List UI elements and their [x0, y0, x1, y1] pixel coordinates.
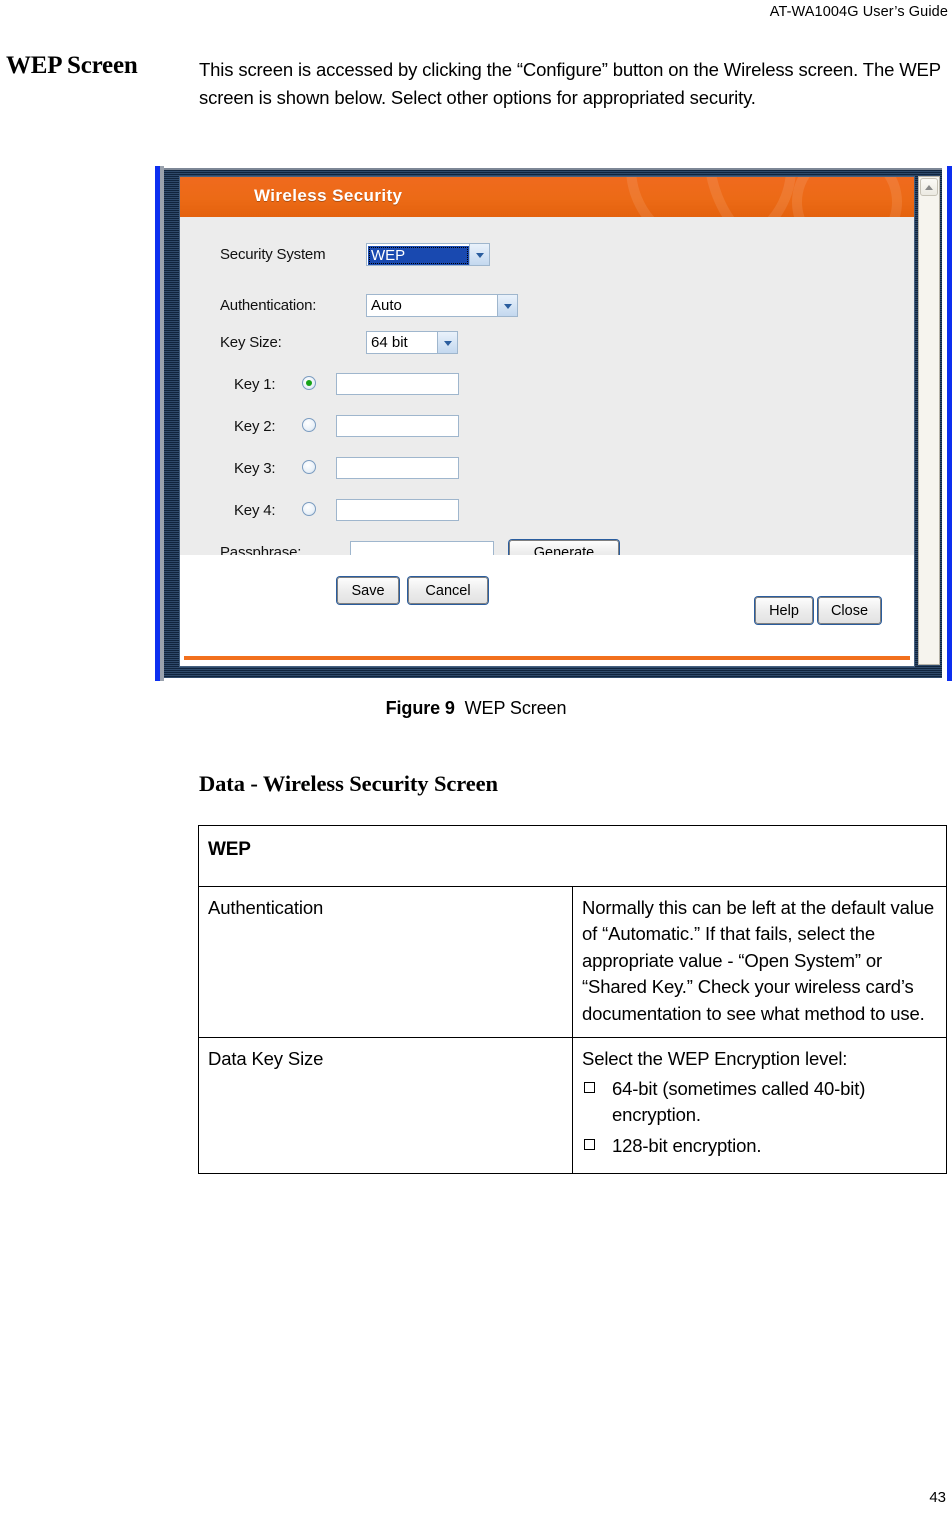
- cancel-button[interactable]: Cancel: [408, 577, 488, 604]
- security-system-value: WEP: [368, 245, 469, 265]
- running-header: AT-WA1004G User’s Guide: [769, 4, 948, 20]
- row-security-system: Security System WEP: [180, 243, 914, 266]
- vertical-scrollbar[interactable]: [918, 176, 940, 665]
- page-title: WEP Screen: [6, 52, 138, 79]
- chevron-down-icon[interactable]: [437, 332, 457, 353]
- key-4-input[interactable]: [336, 499, 459, 521]
- key-size-intro-text: Select the WEP Encryption level:: [582, 1048, 848, 1069]
- row-key-2: Key 2:: [180, 415, 914, 437]
- figure-caption-text: WEP Screen: [464, 698, 567, 718]
- key-3-radio[interactable]: [302, 460, 316, 474]
- page-edge-right: [947, 166, 952, 681]
- dialog-title-bar: Wireless Security: [180, 177, 914, 217]
- help-button[interactable]: Help: [755, 597, 813, 624]
- security-form-panel: Security System WEP Authentication: Auto: [180, 217, 914, 565]
- browser-window-frame: Wireless Security Security System WEP Au…: [164, 168, 942, 678]
- intro-paragraph: This screen is accessed by clicking the …: [199, 59, 941, 108]
- row-authentication: Authentication: Auto: [180, 294, 914, 317]
- close-button[interactable]: Close: [818, 597, 881, 624]
- scroll-up-arrow-icon[interactable]: [920, 178, 938, 196]
- dialog-footer: Save Cancel Help Close: [180, 555, 914, 666]
- key-1-label: Key 1:: [234, 376, 276, 393]
- decorative-swirl-icon: [792, 177, 902, 217]
- save-button[interactable]: Save: [337, 577, 399, 604]
- row-name-data-key-size: Data Key Size: [198, 1037, 573, 1174]
- key-size-bullet-list: 64-bit (sometimes called 40-bit) encrypt…: [582, 1076, 937, 1160]
- key-1-input[interactable]: [336, 373, 459, 395]
- page-number: 43: [929, 1489, 946, 1506]
- table-group-header-cell: WEP: [198, 825, 947, 887]
- key-size-value: 64 bit: [371, 334, 408, 351]
- list-item: 64-bit (sometimes called 40-bit) encrypt…: [582, 1076, 937, 1129]
- chevron-down-icon[interactable]: [469, 244, 489, 265]
- list-item-label: 64-bit (sometimes called 40-bit) encrypt…: [612, 1077, 866, 1126]
- authentication-value: Auto: [371, 297, 402, 314]
- row-description-authentication: Normally this can be left at the default…: [572, 885, 947, 1038]
- key-3-label: Key 3:: [234, 460, 276, 477]
- key-2-radio[interactable]: [302, 418, 316, 432]
- chevron-down-icon[interactable]: [497, 295, 517, 316]
- row-key-size: Key Size: 64 bit: [180, 331, 914, 354]
- browser-window-content: Wireless Security Security System WEP Au…: [179, 176, 915, 667]
- authentication-label: Authentication:: [220, 297, 317, 314]
- key-size-select[interactable]: 64 bit: [366, 331, 458, 354]
- key-1-radio[interactable]: [302, 376, 316, 390]
- table-row: Data Key Size Select the WEP Encryption …: [198, 1037, 947, 1174]
- authentication-select[interactable]: Auto: [366, 294, 518, 317]
- row-name-authentication: Authentication: [198, 885, 573, 1038]
- key-2-label: Key 2:: [234, 418, 276, 435]
- key-size-label: Key Size:: [220, 334, 282, 351]
- list-item: 128-bit encryption.: [582, 1133, 937, 1160]
- decorative-swirl-icon: [704, 177, 914, 217]
- wireless-security-data-table: WEP Authentication Normally this can be …: [198, 825, 947, 1174]
- security-system-label: Security System: [220, 246, 326, 263]
- security-system-select[interactable]: WEP: [366, 243, 490, 266]
- row-key-3: Key 3:: [180, 457, 914, 479]
- key-4-label: Key 4:: [234, 502, 276, 519]
- key-4-radio[interactable]: [302, 502, 316, 516]
- row-key-1: Key 1:: [180, 373, 914, 395]
- table-row-group-header: WEP: [198, 825, 947, 887]
- list-item-label: 128-bit encryption.: [612, 1134, 762, 1156]
- row-key-4: Key 4:: [180, 499, 914, 521]
- figure-number: Figure 9: [385, 698, 455, 718]
- row-description-data-key-size: Select the WEP Encryption level: 64-bit …: [572, 1037, 947, 1174]
- data-section-heading: Data - Wireless Security Screen: [199, 771, 498, 796]
- key-2-input[interactable]: [336, 415, 459, 437]
- key-3-input[interactable]: [336, 457, 459, 479]
- square-bullet-icon: [584, 1138, 595, 1150]
- figure-screenshot: Wireless Security Security System WEP Au…: [155, 166, 952, 681]
- square-bullet-icon: [584, 1081, 595, 1093]
- dialog-title: Wireless Security: [254, 186, 403, 205]
- figure-caption: Figure 9 WEP Screen: [0, 698, 952, 719]
- table-row: Authentication Normally this can be left…: [198, 885, 947, 1038]
- decorative-swirl-icon: [626, 177, 796, 217]
- dialog-footer-accent: [184, 656, 910, 660]
